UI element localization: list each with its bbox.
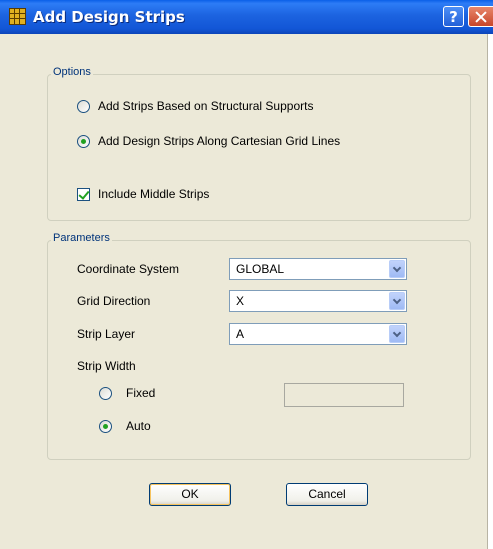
radio-structural-supports-label: Add Strips Based on Structural Supports [98,99,314,113]
chevron-down-icon[interactable] [389,292,405,310]
coordinate-system-select[interactable]: GLOBAL [229,258,407,280]
radio-auto-width[interactable] [99,420,112,433]
dialog-window: Add Design Strips ? Options Add Strips B… [0,0,493,549]
strip-layer-value: A [236,327,245,341]
title-bar[interactable]: Add Design Strips ? [0,0,493,34]
radio-structural-supports[interactable] [77,100,90,113]
dialog-title: Add Design Strips [33,8,185,26]
radio-cartesian-grid[interactable] [77,135,90,148]
radio-fixed-width[interactable] [99,387,112,400]
options-legend: Options [51,66,93,78]
chevron-down-icon[interactable] [389,325,405,343]
parameters-legend: Parameters [51,232,112,244]
ok-button[interactable]: OK [149,483,231,506]
cancel-button[interactable]: Cancel [286,483,368,506]
grid-app-icon [9,8,26,25]
strip-width-label: Strip Width [77,359,136,373]
include-middle-strips-checkbox[interactable] [77,188,90,201]
coordinate-system-value: GLOBAL [236,262,285,276]
fixed-width-input [284,383,404,407]
grid-direction-label: Grid Direction [77,294,151,308]
include-middle-strips-label: Include Middle Strips [98,187,210,201]
coordinate-system-label: Coordinate System [77,262,180,276]
chevron-down-icon[interactable] [389,260,405,278]
radio-auto-width-label: Auto [126,419,151,433]
radio-fixed-width-label: Fixed [126,386,156,400]
strip-layer-select[interactable]: A [229,323,407,345]
strip-layer-label: Strip Layer [77,327,136,341]
help-button[interactable]: ? [443,6,464,27]
grid-direction-value: X [236,294,245,308]
radio-cartesian-grid-label: Add Design Strips Along Cartesian Grid L… [98,134,341,148]
close-button[interactable] [468,6,493,27]
grid-direction-select[interactable]: X [229,290,407,312]
